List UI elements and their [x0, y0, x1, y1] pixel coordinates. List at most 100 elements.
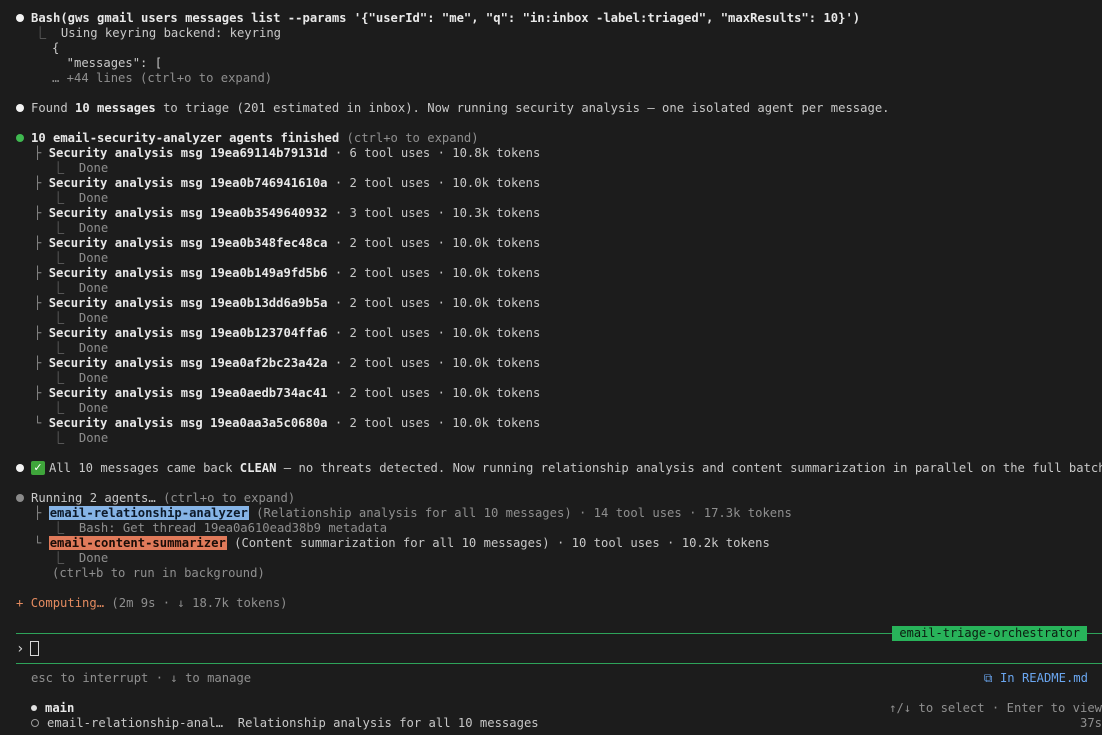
text-cursor: [30, 640, 40, 656]
task-main[interactable]: main: [31, 701, 74, 716]
running-label: Running 2 agents…: [31, 491, 156, 505]
agent-sub-text: Done: [78, 551, 109, 565]
security-agent-row[interactable]: ├ Security analysis msg 19ea0b149a9fd5b6…: [34, 266, 540, 281]
select-hint: ↑/↓ to select · Enter to view: [889, 701, 1102, 715]
status-done: Done: [78, 281, 109, 295]
security-agent-meta: · 3 tool uses · 10.3k tokens: [327, 206, 541, 220]
task-main-label: main: [45, 701, 75, 715]
tree-branch: ├: [34, 206, 49, 220]
elapsed-time: 37s: [1079, 716, 1102, 730]
success-dot-icon: [16, 133, 24, 142]
security-agent-status: ⎿ Done: [52, 161, 109, 175]
clean-prefix: All 10 messages came back: [49, 461, 240, 475]
bash-output-line: ⎿ Using keyring backend: keyring: [34, 26, 281, 40]
agent-description: (Content summarization for all 10 messag…: [226, 536, 550, 550]
status-done: Done: [78, 431, 109, 445]
clean-status: CLEAN: [239, 461, 277, 475]
security-agent-status: ⎿ Done: [52, 251, 109, 265]
security-agent-title: Security analysis msg 19ea0b13dd6a9b5a: [48, 296, 328, 310]
security-agent-status: ⎿ Done: [52, 341, 109, 355]
found-prefix: Found: [31, 101, 76, 115]
security-agent-row[interactable]: ├ Security analysis msg 19ea0b123704ffa6…: [34, 326, 540, 341]
bash-output-text: Using keyring backend: keyring: [60, 26, 281, 40]
tree-branch: ├: [34, 326, 49, 340]
task-relationship[interactable]: email-relationship-anal… Relationship an…: [31, 716, 539, 731]
shortcut-hints: esc to interrupt · ↓ to manage: [31, 671, 252, 685]
agents-finished-label: 10 email-security-analyzer agents finish…: [31, 131, 340, 145]
bash-output-line: "messages": [: [52, 56, 163, 70]
agents-finished-header[interactable]: 10 email-security-analyzer agents finish…: [16, 131, 479, 146]
inactive-task-ring-icon: [31, 718, 39, 727]
security-agent-meta: · 2 tool uses · 10.0k tokens: [327, 326, 541, 340]
security-agent-row[interactable]: ├ Security analysis msg 19ea0af2bc23a42a…: [34, 356, 540, 371]
security-agent-meta: · 2 tool uses · 10.0k tokens: [327, 416, 541, 430]
security-agent-row[interactable]: ├ Security analysis msg 19ea0aedb734ac41…: [34, 386, 540, 401]
agent-sub-status: ⎿ Bash: Get thread 19ea0a610ead38b9 meta…: [52, 521, 388, 535]
bash-output-line: {: [52, 41, 60, 55]
security-agent-row[interactable]: ├ Security analysis msg 19ea0b13dd6a9b5a…: [34, 296, 540, 311]
security-agent-row[interactable]: ├ Security analysis msg 19ea0b348fec48ca…: [34, 236, 540, 251]
background-hint: (ctrl+b to run in background): [52, 566, 265, 580]
security-agent-title: Security analysis msg 19ea0aa3a5c0680a: [48, 416, 328, 430]
active-task-dot-icon: [31, 704, 37, 711]
tree-branch: ├: [34, 176, 49, 190]
expand-hint[interactable]: … +44 lines (ctrl+o to expand): [52, 71, 272, 86]
running-agents-header[interactable]: Running 2 agents… (ctrl+o to expand): [16, 491, 295, 506]
security-agent-row[interactable]: └ Security analysis msg 19ea0aa3a5c0680a…: [34, 416, 540, 431]
security-agent-title: Security analysis msg 19ea0aedb734ac41: [48, 386, 328, 400]
found-count: 10 messages: [75, 101, 156, 115]
security-agent-title: Security analysis msg 19ea0b3549640932: [48, 206, 328, 220]
readme-link[interactable]: ⧉ In README.md: [984, 671, 1088, 686]
security-agent-meta: · 2 tool uses · 10.0k tokens: [327, 176, 541, 190]
tree-branch: ├: [34, 266, 49, 280]
status-done: Done: [78, 161, 109, 175]
computing-status: + Computing… (2m 9s · ↓ 18.7k tokens): [16, 596, 288, 611]
expand-hint: (ctrl+o to expand): [155, 491, 296, 505]
security-agent-title: Security analysis msg 19ea69114b79131d: [48, 146, 328, 160]
security-agent-status: ⎿ Done: [52, 371, 109, 385]
status-dot-icon: [16, 103, 24, 112]
agent-relationship-tag: email-relationship-analyzer: [48, 506, 249, 520]
security-agent-meta: · 2 tool uses · 10.0k tokens: [327, 386, 541, 400]
security-agent-status: ⎿ Done: [52, 431, 109, 445]
found-suffix: to triage (201 estimated in inbox). Now …: [155, 101, 890, 115]
security-agent-meta: · 2 tool uses · 10.0k tokens: [327, 236, 541, 250]
status-done: Done: [78, 221, 109, 235]
agent-sub-text: Bash: Get thread 19ea0a610ead38b9 metada…: [78, 521, 388, 535]
running-agent-row[interactable]: ├ email-relationship-analyzer (Relations…: [34, 506, 792, 521]
security-agent-status: ⎿ Done: [52, 401, 109, 415]
prompt-input[interactable]: ›: [16, 640, 40, 658]
spinner-icon: +: [16, 596, 24, 610]
prompt-bottom-divider: [16, 663, 1102, 664]
security-agent-meta: · 6 tool uses · 10.8k tokens: [327, 146, 541, 160]
status-done: Done: [78, 251, 109, 265]
agent-sub-status: ⎿ Done: [52, 551, 109, 565]
agent-summarizer-tag: email-content-summarizer: [48, 536, 227, 550]
security-agent-row[interactable]: ├ Security analysis msg 19ea0b3549640932…: [34, 206, 540, 221]
tree-branch: ├: [34, 386, 49, 400]
security-agent-row[interactable]: ├ Security analysis msg 19ea0b746941610a…: [34, 176, 540, 191]
agent-description: (Relationship analysis for all 10 messag…: [248, 506, 572, 520]
clean-suffix: — no threats detected. Now running relat…: [276, 461, 1102, 475]
running-agent-row[interactable]: └ email-content-summarizer (Content summ…: [34, 536, 770, 551]
bash-command-line: Bash(gws gmail users messages list --par…: [16, 11, 860, 26]
security-agent-status: ⎿ Done: [52, 191, 109, 205]
tree-branch: ├: [34, 236, 49, 250]
status-done: Done: [78, 341, 109, 355]
expand-hint: (ctrl+o to expand): [339, 131, 479, 145]
orchestrator-badge: email-triage-orchestrator: [892, 626, 1087, 641]
security-agent-status: ⎿ Done: [52, 281, 109, 295]
file-icon: ⧉: [983, 671, 1000, 685]
security-agent-status: ⎿ Done: [52, 221, 109, 235]
status-done: Done: [78, 371, 109, 385]
pending-dot-icon: [16, 493, 24, 502]
checkmark-icon: ✓: [31, 460, 45, 475]
status-dot-icon: [16, 13, 24, 22]
computing-label: Computing…: [30, 596, 105, 610]
readme-label: In README.md: [999, 671, 1088, 685]
security-agent-row[interactable]: ├ Security analysis msg 19ea69114b79131d…: [34, 146, 540, 161]
security-agent-meta: · 2 tool uses · 10.0k tokens: [327, 296, 541, 310]
security-agent-title: Security analysis msg 19ea0af2bc23a42a: [48, 356, 328, 370]
clean-result-line: ✓ All 10 messages came back CLEAN — no th…: [16, 460, 1102, 476]
tree-branch: ├: [34, 146, 49, 160]
